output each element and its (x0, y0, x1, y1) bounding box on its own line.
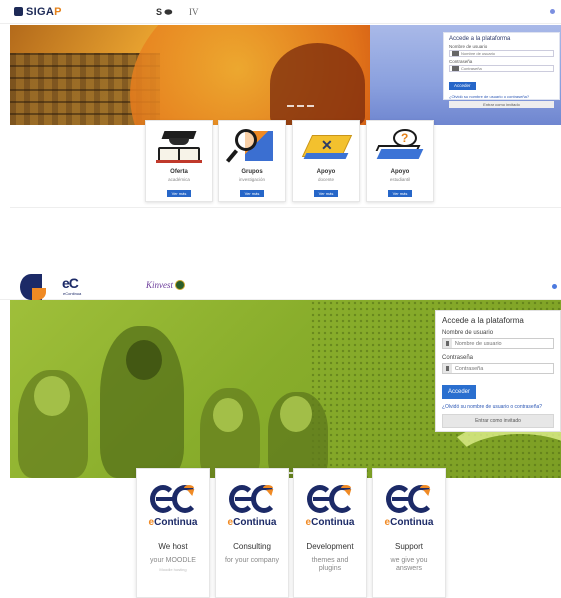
person-head (213, 398, 243, 432)
brand-wordmark: eContinua (305, 517, 355, 528)
card-support[interactable]: eContinua Support we give you answers (372, 468, 446, 598)
card-we-host[interactable]: eContinua We host your MOODLE Moodle hos… (136, 468, 210, 598)
card-subtitle: your MOODLE (150, 557, 196, 564)
card-button[interactable]: Ver más (313, 190, 339, 197)
seal-icon (175, 280, 185, 290)
sigap-screen: SIGAP S ⬬ IV Accede a la plataforma Nomb… (0, 0, 561, 215)
password-label: Contraseña (449, 59, 473, 64)
password-input[interactable] (461, 66, 551, 71)
login-title: Accede a la plataforma (449, 36, 511, 42)
slider-dot[interactable] (297, 105, 304, 107)
slider-dot[interactable] (287, 105, 294, 107)
partner-logo: Kinvest (146, 280, 173, 290)
question-bubble-icon: ? (375, 125, 425, 165)
lock-icon (452, 66, 459, 71)
card-subtitle: investigación (238, 177, 265, 182)
card-title: We host (158, 542, 188, 551)
username-input[interactable] (461, 51, 551, 56)
password-field[interactable] (449, 65, 554, 72)
card-subtitle: we give you answers (390, 557, 428, 572)
sigap-logo-text: SIGA (26, 6, 55, 18)
card-subtitle: estudiantil (389, 177, 411, 182)
login-title: Accede a la plataforma (442, 316, 524, 325)
forgot-password-link[interactable]: ¿Olvidó su nombre de usuario o contraseñ… (442, 404, 554, 410)
econtinua-screen: eC eContinua Kinvest Accede a la platafo… (0, 270, 561, 598)
brand-wordmark: eContinua (148, 517, 198, 528)
econtinua-logo-subtitle: eContinua (63, 291, 82, 296)
sigap-partner-logo-1: S ⬬ (156, 7, 173, 17)
slider-indicators[interactable] (287, 105, 314, 107)
card-note: Moodle hosting (159, 567, 187, 572)
password-field[interactable] (442, 363, 554, 374)
card-subtitle: académica (168, 177, 190, 182)
username-field[interactable] (449, 50, 554, 57)
card-oferta[interactable]: Oferta académica Ver más (145, 120, 213, 202)
username-input[interactable] (454, 339, 553, 348)
card-apoyo-estudiantil[interactable]: ? Apoyo estudiantil Ver más (366, 120, 434, 202)
sigap-menu-icon[interactable] (550, 9, 555, 14)
sigap-logo-accent: P (54, 6, 62, 18)
card-button[interactable]: Ver más (387, 190, 413, 197)
card-consulting[interactable]: eContinua Consulting for your company (215, 468, 289, 598)
card-title: Grupos (241, 169, 263, 175)
econtinua-menu-icon[interactable] (552, 284, 557, 289)
password-label: Contraseña (442, 355, 474, 361)
person-head (280, 396, 312, 432)
econtinua-logo-icon (384, 485, 434, 515)
username-label: Nombre de usuario (442, 330, 494, 336)
econtinua-logo[interactable]: eC (62, 275, 79, 291)
person-head (126, 340, 162, 380)
login-button[interactable]: Acceder (449, 81, 476, 90)
tools-board-icon: ✕ (301, 125, 353, 165)
slider-dot[interactable] (307, 105, 314, 107)
brand-wordmark: eContinua (384, 517, 434, 528)
sigap-login-panel: Accede a la plataforma Nombre de usuario… (443, 32, 560, 108)
card-button[interactable]: Ver más (166, 190, 192, 197)
econtinua-topbar: eC eContinua Kinvest (0, 270, 561, 300)
econtinua-login-panel: Accede a la plataforma Nombre de usuario… (435, 310, 561, 432)
card-button[interactable]: Ver más (239, 190, 265, 197)
lock-icon (443, 364, 452, 373)
econtinua-logo-icon (148, 485, 198, 515)
card-title: Support (394, 542, 424, 551)
section-divider (10, 207, 561, 208)
username-label: Nombre de usuario (449, 44, 488, 49)
sigap-logo-icon (14, 7, 23, 16)
sigap-logo[interactable]: SIGAP (14, 6, 62, 18)
brand-wordmark: eContinua (227, 517, 277, 528)
sigap-topbar: SIGAP S ⬬ IV (0, 0, 561, 24)
card-title: Oferta (170, 169, 188, 175)
user-icon (443, 339, 452, 348)
person-head (34, 376, 70, 416)
card-development[interactable]: eContinua Development themes and plugins (293, 468, 367, 598)
login-button[interactable]: Acceder (442, 385, 477, 399)
swoosh-accent-icon (32, 288, 46, 300)
card-title: Apoyo (390, 169, 410, 175)
forgot-password-link[interactable]: ¿Olvidó su nombre de usuario o contraseñ… (449, 94, 554, 99)
card-subtitle: for your company (224, 557, 280, 564)
guest-login-button[interactable]: Entrar como invitado (449, 101, 554, 108)
card-title: Apoyo (316, 169, 336, 175)
econtinua-logo-icon (305, 485, 355, 515)
card-title: Development (306, 542, 354, 551)
econtinua-logo-icon (227, 485, 277, 515)
user-icon (452, 51, 459, 56)
graduation-cap-icon (154, 125, 204, 165)
card-grupos[interactable]: Grupos investigación Ver más (218, 120, 286, 202)
card-title: Consulting (233, 542, 271, 551)
sigap-partner-logo-2: IV (189, 7, 199, 17)
guest-login-button[interactable]: Entrar como invitado (442, 414, 554, 428)
card-apoyo-docente[interactable]: ✕ Apoyo docente Ver más (292, 120, 360, 202)
magnifier-icon (225, 125, 277, 165)
password-input[interactable] (454, 364, 553, 373)
card-subtitle: docente (317, 177, 334, 182)
tree-silhouette (270, 43, 365, 125)
username-field[interactable] (442, 338, 554, 349)
card-subtitle: themes and plugins (311, 557, 349, 572)
